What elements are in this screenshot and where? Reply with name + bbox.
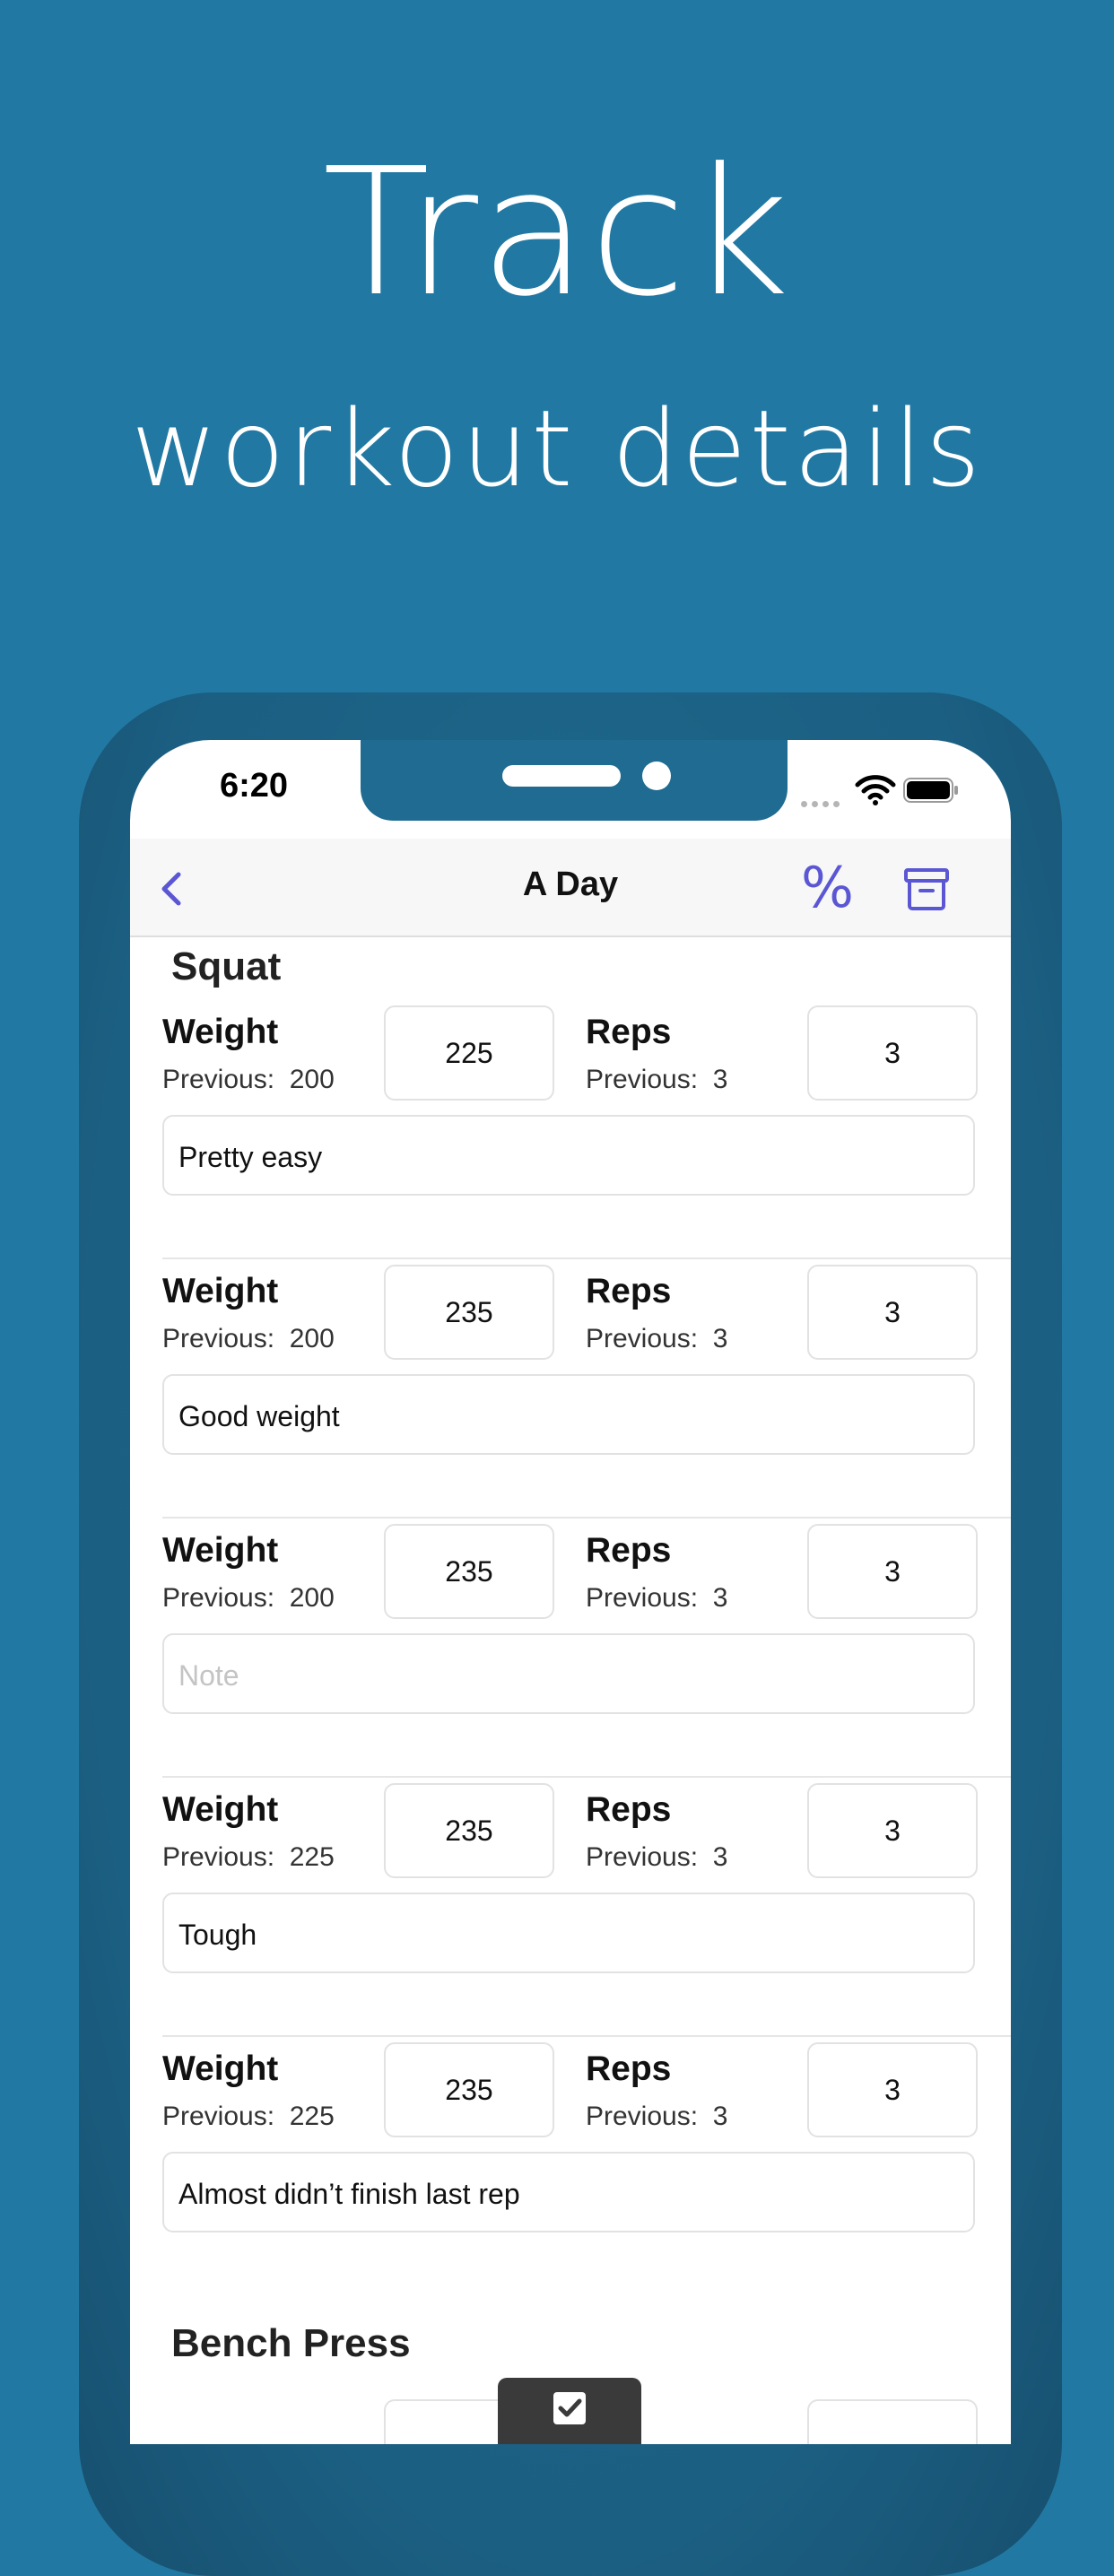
reps-label: Reps: [586, 1531, 672, 1570]
previous-weight: Previous: 200: [162, 1583, 335, 1613]
previous-reps: Previous: 3: [586, 1065, 728, 1094]
previous-weight: Previous: 200: [162, 1065, 335, 1094]
floating-tab-button[interactable]: [498, 2378, 641, 2444]
phone-screen: 6:20 A Day % Squat Weight Previous: 200: [130, 740, 1011, 2444]
reps-input[interactable]: 3: [807, 1524, 978, 1619]
weight-label: Weight: [162, 1790, 279, 1829]
set-row: Weight Previous: 200 225 Reps Previous: …: [130, 1005, 1011, 1266]
hero-subtitle: workout details: [130, 387, 984, 510]
reps-input[interactable]: 3: [807, 1265, 978, 1360]
divider: [162, 2035, 1011, 2037]
reps-label: Reps: [586, 1272, 672, 1310]
set-row: Weight Previous: 200 235 Reps Previous: …: [130, 1524, 1011, 1784]
weight-label: Weight: [162, 2049, 279, 2088]
note-field[interactable]: Pretty easy: [162, 1115, 975, 1196]
exercise-title: Squat: [171, 944, 282, 988]
nav-title: A Day: [522, 866, 619, 903]
note-field[interactable]: Tough: [162, 1893, 975, 1973]
note-field[interactable]: Good weight: [162, 1374, 975, 1455]
weight-input[interactable]: 225: [384, 1005, 554, 1101]
set-row: Weight Previous: 225 235 Reps Previous: …: [130, 2042, 1011, 2302]
previous-weight: Previous: 200: [162, 1324, 335, 1353]
reps-input[interactable]: 3: [807, 1005, 978, 1101]
battery-icon: [903, 778, 958, 803]
previous-weight: Previous: 225: [162, 2102, 335, 2131]
reps-input[interactable]: 3: [807, 2042, 978, 2137]
checklist-icon: [553, 2392, 586, 2424]
reps-label: Reps: [586, 1790, 672, 1829]
reps-input[interactable]: [807, 2399, 978, 2444]
divider: [162, 1517, 1011, 1519]
weight-label: Weight: [162, 1013, 279, 1051]
percent-icon[interactable]: %: [801, 855, 854, 920]
reps-label: Reps: [586, 1013, 672, 1051]
set-row: Weight Previous: 200 235 Reps Previous: …: [130, 1265, 1011, 1525]
archive-icon[interactable]: [903, 866, 950, 912]
previous-reps: Previous: 3: [586, 1324, 728, 1353]
note-field[interactable]: Almost didn’t finish last rep: [162, 2152, 975, 2232]
cellular-signal-icon: [801, 796, 846, 807]
camera: [642, 761, 671, 790]
previous-reps: Previous: 3: [586, 1583, 728, 1613]
previous-reps: Previous: 3: [586, 1842, 728, 1872]
divider: [162, 1258, 1011, 1259]
weight-input[interactable]: 235: [384, 1783, 554, 1878]
weight-input[interactable]: 235: [384, 2042, 554, 2137]
previous-weight: Previous: 225: [162, 1842, 335, 1872]
weight-label: Weight: [162, 1272, 279, 1310]
weight-label: Weight: [162, 1531, 279, 1570]
wifi-icon: [855, 775, 896, 805]
note-field[interactable]: Note: [162, 1633, 975, 1714]
hero-title: Track: [322, 131, 792, 335]
notch: [361, 740, 788, 821]
divider: [162, 1776, 1011, 1778]
weight-input[interactable]: 235: [384, 1265, 554, 1360]
set-row: Weight Previous: 225 235 Reps Previous: …: [130, 1783, 1011, 2043]
reps-label: Reps: [586, 2049, 672, 2088]
speaker: [502, 765, 621, 787]
previous-reps: Previous: 3: [586, 2102, 728, 2131]
weight-input[interactable]: 235: [384, 1524, 554, 1619]
status-time: 6:20: [220, 767, 289, 805]
navigation-bar: A Day %: [130, 839, 1011, 937]
exercise-title: Bench Press: [171, 2321, 411, 2365]
reps-input[interactable]: 3: [807, 1783, 978, 1878]
